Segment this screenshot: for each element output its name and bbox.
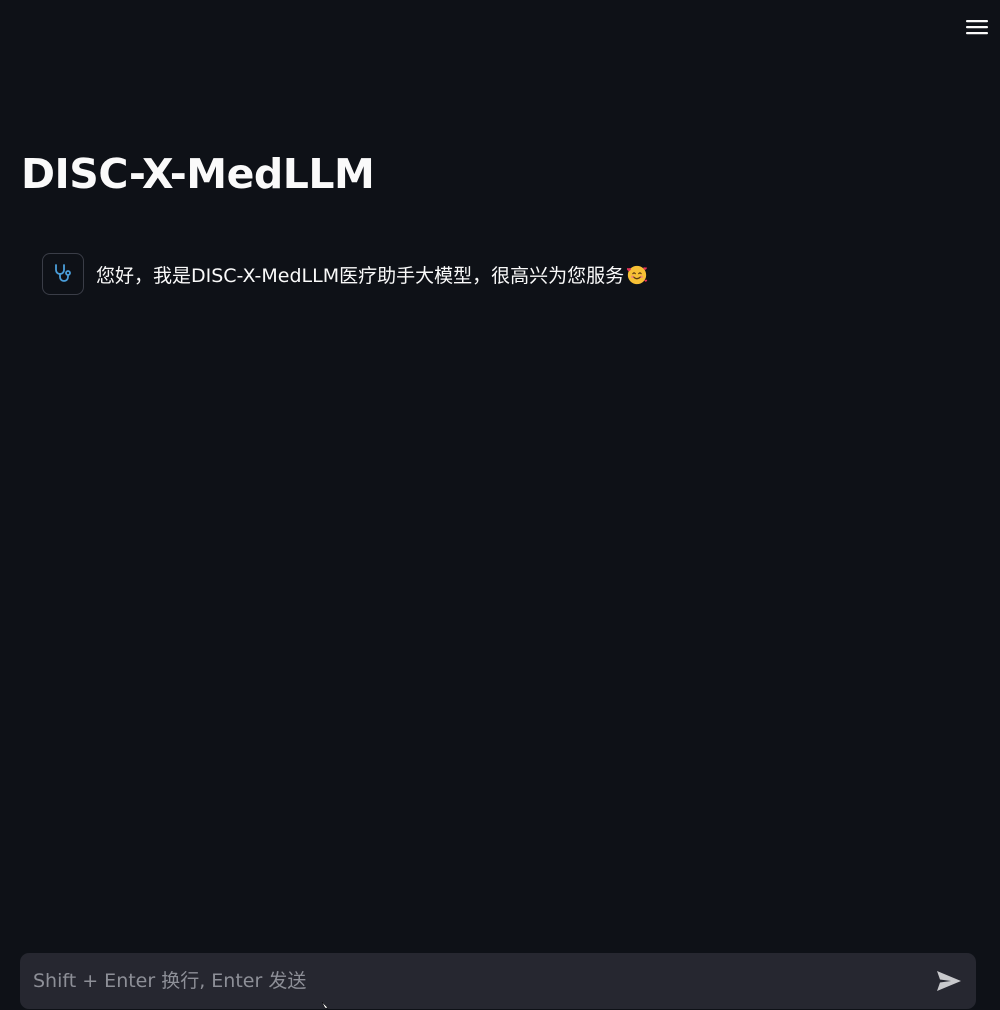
- smiling-face-with-hearts-emoji: [627, 265, 648, 284]
- stethoscope-icon: [55, 264, 71, 282]
- chat-message-text: 您好，我是DISC-X-MedLLM医疗助手大模型，很高兴为您服务: [96, 261, 648, 288]
- send-button[interactable]: [934, 967, 964, 995]
- mouse-cursor-icon: [322, 1002, 329, 1009]
- main-menu-button[interactable]: [964, 14, 990, 40]
- message-content: 您好，我是DISC-X-MedLLM医疗助手大模型，很高兴为您服务: [96, 264, 625, 287]
- send-icon: [937, 971, 961, 991]
- chat-input[interactable]: [20, 953, 910, 1009]
- chat-message-assistant: 您好，我是DISC-X-MedLLM医疗助手大模型，很高兴为您服务: [42, 253, 648, 295]
- app-root: DISC-X-MedLLM 您好，我是DISC-X-MedLLM医疗助手大模型，…: [0, 0, 1000, 1010]
- chat-input-container: [20, 953, 976, 1009]
- avatar: [42, 253, 84, 295]
- page-title: DISC-X-MedLLM: [21, 150, 375, 198]
- hamburger-menu-icon: [966, 20, 988, 35]
